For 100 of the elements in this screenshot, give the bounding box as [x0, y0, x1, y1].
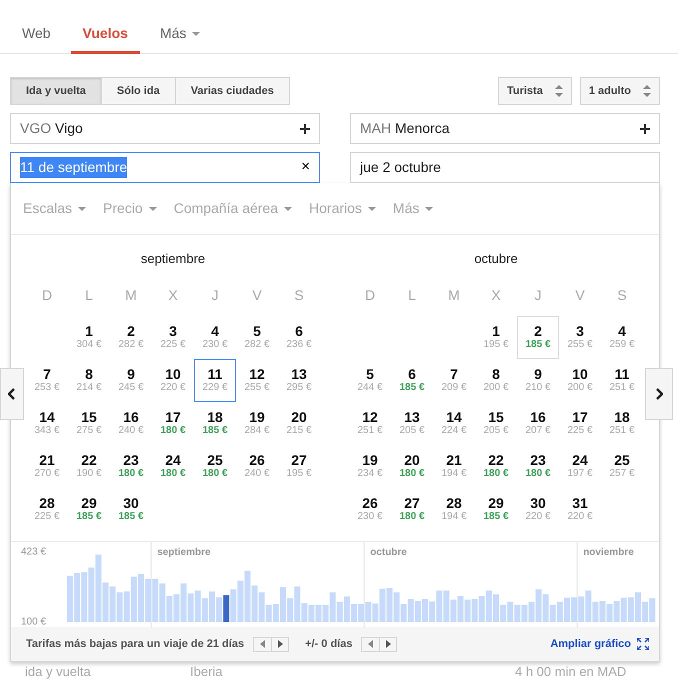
calendar-day[interactable]: 23 180 € — [517, 445, 559, 488]
calendar-day[interactable]: 8 200 € — [475, 359, 517, 402]
calendar-day[interactable]: 9 210 € — [517, 359, 559, 402]
return-date-field[interactable]: jue 2 octubre — [350, 152, 660, 183]
previous-month-button[interactable] — [0, 368, 24, 420]
calendar-day[interactable]: 16 240 € — [110, 402, 152, 445]
weekday-label: M — [124, 286, 138, 305]
calendar-day[interactable]: 18 185 € — [194, 402, 236, 445]
weekday-label: X — [167, 286, 179, 305]
calendar-day[interactable]: 6 185 € — [391, 359, 433, 402]
calendar-day[interactable]: 17 180 € — [152, 402, 194, 445]
calendar-day[interactable]: 11 251 € — [601, 359, 643, 402]
calendar-day[interactable]: 29 185 € — [68, 488, 110, 531]
triangle-right-icon — [386, 640, 391, 648]
select-dropdown[interactable]: 1 adulto — [580, 77, 660, 105]
calendar-day[interactable]: 15 275 € — [68, 402, 110, 445]
triangle-left-icon — [368, 640, 374, 648]
trip-length-label: Tarifas más bajas para un viaje de 21 días — [26, 636, 244, 652]
calendar-day[interactable]: 3 225 € — [152, 316, 194, 359]
select-dropdown[interactable]: Turista — [498, 77, 572, 105]
calendar-day[interactable]: 31 220 € — [559, 488, 601, 531]
calendar-day[interactable]: 1 195 € — [475, 316, 517, 359]
calendar-day[interactable]: 28 194 € — [433, 488, 475, 531]
expand-icon — [637, 638, 649, 650]
calendar-day[interactable]: 22 190 € — [68, 445, 110, 488]
calendar-day[interactable]: 14 224 € — [433, 402, 475, 445]
calendar-day[interactable]: 25 257 € — [601, 445, 643, 488]
calendar-day[interactable]: 5 282 € — [236, 316, 278, 359]
chevron-right-icon — [655, 388, 663, 400]
trip-type-button[interactable]: Varias ciudades — [176, 77, 290, 105]
calendar-day[interactable]: 27 195 € — [278, 445, 320, 488]
calendar-day[interactable]: 8 214 € — [68, 359, 110, 402]
axis-label: 100 € — [21, 616, 46, 628]
calendar-day[interactable]: 7 209 € — [433, 359, 475, 402]
calendar-day[interactable]: 7 253 € — [26, 359, 68, 402]
tab[interactable]: Web — [10, 0, 63, 54]
trip-type-button[interactable]: Ida y vuelta — [10, 77, 102, 105]
calendar-day[interactable]: 28 225 € — [26, 488, 68, 531]
calendar-day[interactable]: 17 225 € — [559, 402, 601, 445]
calendar-day[interactable]: 19 284 € — [236, 402, 278, 445]
month-axis-label: noviembre — [583, 547, 634, 558]
calendar-day[interactable]: 15 205 € — [475, 402, 517, 445]
up-down-arrows-icon — [643, 85, 651, 97]
calendar-day[interactable]: 23 180 € — [110, 445, 152, 488]
calendar-day[interactable]: 29 185 € — [475, 488, 517, 531]
calendar-day[interactable]: 30 220 € — [517, 488, 559, 531]
weekday-label: D — [364, 286, 376, 305]
month-axis-label: octubre — [370, 547, 407, 558]
tab[interactable]: Más — [148, 0, 212, 54]
chevron-left-icon — [8, 388, 16, 400]
calendar-day[interactable]: 19 234 € — [349, 445, 391, 488]
calendar-day[interactable]: 9 245 € — [110, 359, 152, 402]
calendar-day[interactable]: 4 259 € — [601, 316, 643, 359]
calendar-day[interactable]: 26 240 € — [236, 445, 278, 488]
clear-button[interactable]: × — [301, 156, 310, 179]
airline-name: Iberia — [190, 663, 223, 680]
trip-type-button[interactable]: Sólo ida — [102, 77, 176, 105]
calendar-day[interactable]: 14 343 € — [26, 402, 68, 445]
calendar-day[interactable]: 2 282 € — [110, 316, 152, 359]
calendar-day[interactable]: 30 185 € — [110, 488, 152, 531]
calendar-day[interactable]: 13 295 € — [278, 359, 320, 402]
calendar-day[interactable]: 16 207 € — [517, 402, 559, 445]
calendar-day[interactable]: 20 180 € — [391, 445, 433, 488]
weekday-label: D — [40, 286, 54, 305]
calendar-day[interactable]: 24 180 € — [152, 445, 194, 488]
weekday-label: J — [210, 286, 220, 305]
calendar-day[interactable]: 5 244 € — [349, 359, 391, 402]
calendar-day[interactable]: 21 194 € — [433, 445, 475, 488]
calendar-day[interactable]: 2 185 € — [517, 316, 559, 359]
weekday-label: L — [84, 286, 94, 305]
weekday-label: S — [616, 286, 628, 305]
triangle-left-icon — [260, 640, 266, 648]
calendar-day[interactable]: 22 180 € — [475, 445, 517, 488]
up-down-arrows-icon — [554, 85, 563, 97]
calendar-day[interactable]: 12 251 € — [349, 402, 391, 445]
calendar-day[interactable]: 4 230 € — [194, 316, 236, 359]
destination-field[interactable]: MAH Menorca — [350, 113, 660, 144]
calendar-day[interactable]: 20 215 € — [278, 402, 320, 445]
calendar-day[interactable]: 12 255 € — [236, 359, 278, 402]
departure-date-field[interactable]: 11 de septiembre × — [10, 152, 320, 183]
calendar-day[interactable]: 27 180 € — [391, 488, 433, 531]
calendar-day[interactable]: 6 236 € — [278, 316, 320, 359]
weekday-label: V — [251, 286, 263, 305]
expand-chart-link[interactable]: Ampliar gráfico — [550, 636, 631, 652]
next-month-button[interactable] — [645, 368, 673, 420]
calendar-day[interactable]: 3 255 € — [559, 316, 601, 359]
calendar-day[interactable]: 1 304 € — [68, 316, 110, 359]
calendar-day[interactable]: 21 270 € — [26, 445, 68, 488]
month-title: septiembre — [140, 250, 206, 268]
origin-field[interactable]: VGO Vigo — [10, 113, 320, 144]
calendar-day[interactable]: 11 229 € — [194, 359, 236, 402]
calendar-day[interactable]: 13 205 € — [391, 402, 433, 445]
calendar-day[interactable]: 18 251 € — [601, 402, 643, 445]
tab[interactable]: Vuelos — [70, 0, 140, 54]
calendar-day[interactable]: 24 197 € — [559, 445, 601, 488]
weekday-label: V — [574, 286, 586, 305]
calendar-day[interactable]: 10 200 € — [559, 359, 601, 402]
calendar-day[interactable]: 10 220 € — [152, 359, 194, 402]
calendar-day[interactable]: 25 180 € — [194, 445, 236, 488]
calendar-day[interactable]: 26 230 € — [349, 488, 391, 531]
